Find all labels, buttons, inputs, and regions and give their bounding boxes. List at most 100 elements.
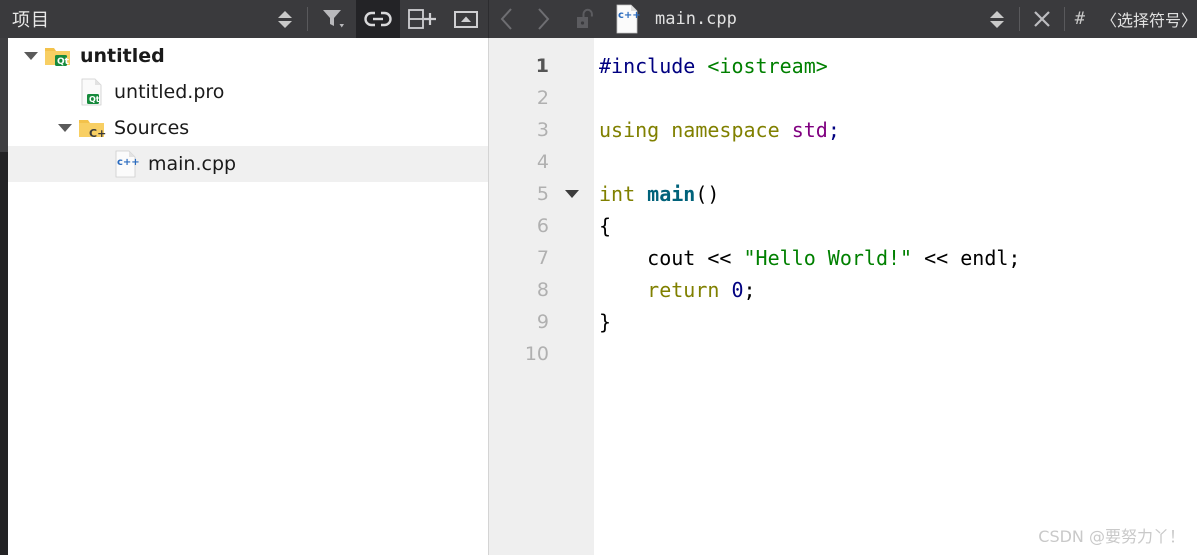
cpp-file-icon-slot: c++ bbox=[112, 150, 140, 178]
collapse-up-icon bbox=[454, 11, 478, 28]
toolbar-divider bbox=[1063, 7, 1065, 31]
link-with-editor-button[interactable] bbox=[356, 0, 400, 38]
qt-folder-icon-slot: Qt bbox=[44, 42, 72, 70]
chevron-down-icon bbox=[565, 190, 579, 198]
current-file-name[interactable]: main.cpp bbox=[655, 9, 737, 29]
tree-item-sources[interactable]: C++ Sources bbox=[8, 110, 488, 146]
editor-line: 8 return 0; bbox=[489, 274, 1197, 306]
code-line-text[interactable]: using namespace std; bbox=[587, 114, 840, 146]
fold-marker-placeholder bbox=[549, 274, 587, 306]
code-token: int bbox=[599, 182, 636, 206]
tree-item-label: Sources bbox=[114, 117, 190, 139]
code-token: return bbox=[647, 278, 720, 302]
svg-text:C++: C++ bbox=[89, 127, 106, 140]
toolbar-divider bbox=[307, 7, 308, 31]
unlocked-padlock-icon bbox=[577, 8, 593, 28]
editor-line: 9} bbox=[489, 306, 1197, 338]
filter-button[interactable] bbox=[312, 0, 356, 38]
code-line-text[interactable]: int main() bbox=[587, 178, 719, 210]
navigate-forward-button[interactable] bbox=[525, 0, 561, 38]
fold-marker-placeholder bbox=[549, 50, 587, 82]
split-add-button[interactable] bbox=[400, 0, 444, 38]
tree-item-main-cpp[interactable]: c++ main.cpp bbox=[8, 146, 488, 182]
code-line-text[interactable]: } bbox=[587, 306, 611, 338]
qt-folder-icon: Qt bbox=[45, 48, 70, 67]
editor-line: 6{ bbox=[489, 210, 1197, 242]
line-number: 6 bbox=[536, 215, 549, 237]
file-switch-updown-button[interactable] bbox=[979, 0, 1015, 38]
tree-expander-placeholder bbox=[86, 146, 112, 182]
panel-title: 项目 bbox=[12, 10, 50, 31]
symbol-selector-combo[interactable]: 〈选择符号〉 bbox=[1101, 7, 1197, 31]
line-number: 5 bbox=[536, 183, 549, 205]
tree-item-untitled-pro[interactable]: Qt untitled.pro bbox=[8, 74, 488, 110]
line-number: 1 bbox=[535, 55, 549, 77]
line-number: 10 bbox=[524, 343, 549, 365]
link-chain-icon bbox=[364, 11, 392, 27]
code-token: ; bbox=[827, 118, 840, 142]
code-line-text[interactable]: #include <iostream> bbox=[587, 50, 828, 82]
fold-marker-icon[interactable] bbox=[549, 178, 587, 210]
code-line-text[interactable] bbox=[587, 82, 599, 114]
qt-pro-file-icon: Qt bbox=[81, 78, 102, 106]
sync-updown-button[interactable] bbox=[267, 0, 303, 38]
qt-pro-file-icon-slot: Qt bbox=[78, 78, 106, 106]
svg-text:c++: c++ bbox=[618, 10, 640, 21]
project-panel-toolbar: 项目 bbox=[0, 0, 488, 38]
hash-icon: # bbox=[1074, 9, 1085, 29]
tree-item-untitled[interactable]: Qt untitled bbox=[8, 38, 488, 74]
code-line-text[interactable] bbox=[587, 338, 599, 370]
up-down-arrows-icon bbox=[278, 10, 292, 28]
code-token: std bbox=[791, 118, 828, 142]
code-token: "Hello World!" bbox=[743, 246, 913, 270]
editor-line: 7 cout << "Hello World!" << endl; bbox=[489, 242, 1197, 274]
code-line-text[interactable]: return 0; bbox=[587, 274, 756, 306]
code-line-text[interactable] bbox=[587, 146, 599, 178]
code-line-text[interactable]: cout << "Hello World!" << endl; bbox=[587, 242, 1020, 274]
fold-marker-placeholder bbox=[549, 82, 587, 114]
cpp-file-icon: c++ bbox=[616, 4, 640, 34]
code-token: namespace bbox=[671, 118, 780, 142]
close-document-button[interactable] bbox=[1024, 0, 1060, 38]
fold-marker-placeholder bbox=[549, 210, 587, 242]
editor-line: 3 using namespace std; bbox=[489, 114, 1197, 146]
line-number: 4 bbox=[536, 151, 549, 173]
tree-item-label: main.cpp bbox=[148, 153, 237, 175]
code-token: ; bbox=[743, 278, 756, 302]
top-toolbar: 项目 c++ main.cpp # 〈选择符号〉 bbox=[0, 0, 1197, 38]
code-line-text[interactable]: { bbox=[587, 210, 611, 242]
tree-expander-icon[interactable] bbox=[52, 110, 78, 146]
code-token: { bbox=[599, 214, 612, 238]
navigate-back-button[interactable] bbox=[489, 0, 525, 38]
code-token: #include bbox=[599, 54, 696, 78]
code-token: main bbox=[647, 182, 696, 206]
fold-marker-placeholder bbox=[549, 306, 587, 338]
code-editor: 1 #include <iostream> 2 3 using namespace st… bbox=[489, 38, 1197, 555]
line-number: 7 bbox=[536, 247, 549, 269]
collapse-all-button[interactable] bbox=[444, 0, 488, 38]
fold-marker-placeholder bbox=[549, 146, 587, 178]
cpp-folder-icon: C++ bbox=[79, 120, 106, 140]
toolbar-divider bbox=[1018, 7, 1020, 31]
editor-line: 1 #include <iostream> bbox=[489, 50, 1197, 82]
editor-line: 5 int main() bbox=[489, 178, 1197, 210]
line-number: 9 bbox=[536, 311, 549, 333]
code-token: << endl; bbox=[912, 246, 1021, 270]
current-file-icon-slot: c++ bbox=[609, 0, 645, 38]
lock-toggle-button[interactable] bbox=[567, 0, 603, 38]
cpp-file-icon: c++ bbox=[115, 150, 139, 178]
tree-expander-icon[interactable] bbox=[18, 38, 44, 74]
editor-line: 4 bbox=[489, 146, 1197, 178]
code-token: cout << bbox=[599, 246, 744, 270]
left-edge-scrollbar-thumb[interactable] bbox=[0, 38, 8, 152]
project-tree-panel: Qt untitled Qt untitled.pro C++ Sources … bbox=[8, 38, 489, 555]
svg-text:c++: c++ bbox=[117, 157, 139, 168]
svg-text:Qt: Qt bbox=[89, 95, 100, 104]
close-icon bbox=[1033, 11, 1050, 27]
tree-item-label: untitled.pro bbox=[114, 81, 225, 103]
cpp-folder-icon-slot: C++ bbox=[78, 114, 106, 142]
